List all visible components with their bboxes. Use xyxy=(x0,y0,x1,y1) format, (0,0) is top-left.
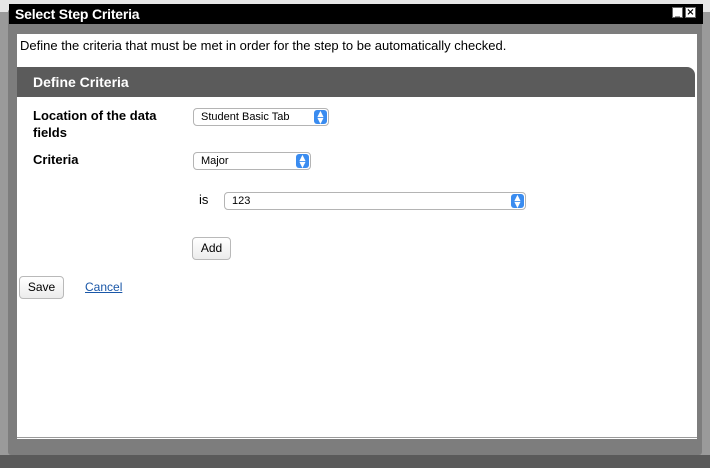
dialog-title: Select Step Criteria xyxy=(15,6,140,22)
dialog-content: Define the criteria that must be met in … xyxy=(17,34,697,439)
operator-label: is xyxy=(199,192,209,207)
close-icon[interactable]: × xyxy=(685,7,696,18)
dialog-titlebar: Select Step Criteria _ × xyxy=(9,4,703,24)
operand-select-value: 123 xyxy=(232,195,251,207)
criteria-label: Criteria xyxy=(33,152,79,167)
section-title: Define Criteria xyxy=(33,74,129,90)
criteria-select[interactable]: Major ▲ ▼ xyxy=(193,152,311,170)
add-button[interactable]: Add xyxy=(192,237,231,260)
save-button[interactable]: Save xyxy=(19,276,64,299)
location-select[interactable]: Student Basic Tab ▲ ▼ xyxy=(193,108,329,126)
cancel-link[interactable]: Cancel xyxy=(85,280,122,294)
dialog-footer-divider xyxy=(17,437,697,438)
minimize-icon[interactable]: _ xyxy=(672,7,683,18)
criteria-select-value: Major xyxy=(201,155,229,167)
location-label: Location of the data fields xyxy=(33,108,157,140)
define-criteria-header: Define Criteria xyxy=(17,67,695,97)
dialog-intro-text: Define the criteria that must be met in … xyxy=(20,38,507,53)
location-select-value: Student Basic Tab xyxy=(201,111,290,123)
chevron-up-down-icon: ▲ ▼ xyxy=(314,110,327,125)
page-backdrop-bottom xyxy=(0,455,710,468)
operand-select[interactable]: 123 ▲ ▼ xyxy=(224,192,526,210)
chevron-up-down-icon: ▲ ▼ xyxy=(296,154,309,169)
chevron-up-down-icon: ▲ ▼ xyxy=(511,194,524,209)
